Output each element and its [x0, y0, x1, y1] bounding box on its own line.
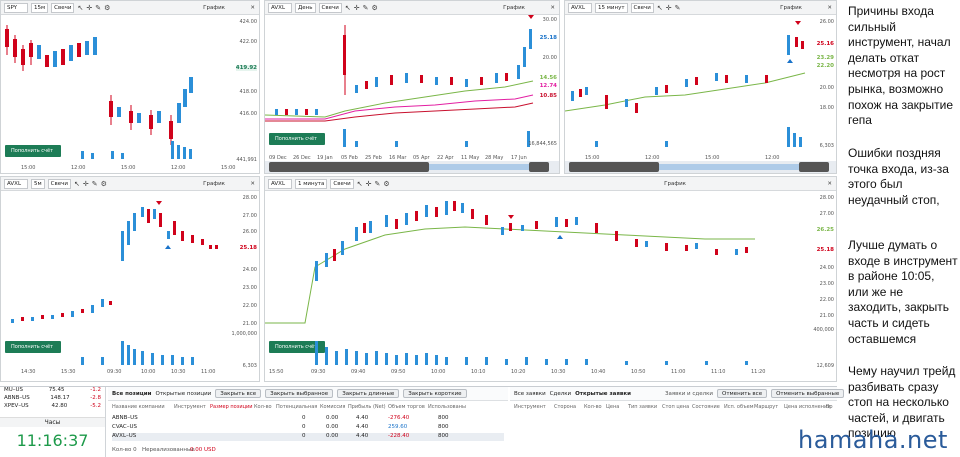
watch-row[interactable]: ABNB–US 148.17 -2.8	[4, 395, 101, 403]
chart-toolbar: AVXL День Свечи ↖ ✛ ✎ ⚙ График ✕	[265, 1, 559, 15]
interval-select[interactable]: 5м	[31, 178, 45, 189]
chart-type-select[interactable]: Свечи	[51, 2, 75, 13]
chart-type-select[interactable]: Свечи	[318, 2, 342, 13]
crosshair-icon[interactable]: ✛	[354, 3, 360, 13]
tab-all-orders[interactable]: Все заявки	[514, 391, 546, 397]
current-price: 419.92	[235, 65, 257, 71]
timeline-scrollbar[interactable]	[265, 161, 559, 173]
interval-select[interactable]: 1 минута	[295, 178, 328, 189]
cancel-all-button[interactable]: Отменить все	[717, 389, 768, 398]
gear-icon[interactable]: ⚙	[104, 3, 110, 13]
table-row[interactable]: ABNB–US 0 0.00 4.40 -276.40 800	[112, 415, 504, 423]
cursor-icon[interactable]: ↖	[74, 179, 80, 189]
symbol-input[interactable]: AVXL	[268, 2, 292, 13]
close-long-button[interactable]: Закрыть длинные	[337, 389, 400, 398]
volume-bars	[343, 129, 530, 147]
graph-label: График	[203, 4, 225, 11]
crosshair-icon[interactable]: ✛	[666, 3, 672, 13]
chart-toolbar: AVXL 5м Свечи ↖ ✛ ✎ ⚙ График ✕	[1, 177, 259, 191]
close-icon[interactable]: ✕	[250, 5, 255, 11]
draw-icon[interactable]: ✎	[374, 179, 380, 189]
close-selected-button[interactable]: Закрыть выбранное	[265, 389, 334, 398]
volume-bars	[315, 341, 748, 365]
graph-label: График	[503, 4, 525, 11]
draw-icon[interactable]: ✎	[675, 3, 681, 13]
positions-footer: Кол-во 0 Нереализованные 0.00 USD	[112, 447, 216, 453]
close-short-button[interactable]: Закрыть короткие	[403, 389, 467, 398]
draw-icon[interactable]: ✎	[95, 3, 101, 13]
clock-title: Часы	[0, 417, 105, 427]
gear-icon[interactable]: ⚙	[383, 179, 389, 189]
note-better: Лучше думать о входе в инструмент в райо…	[848, 238, 958, 346]
chart-type-select[interactable]: Свечи	[330, 178, 354, 189]
gear-icon[interactable]: ⚙	[371, 3, 377, 13]
symbol-input[interactable]: SPY	[4, 2, 28, 13]
chart-toolbar: SPY 15м Свечи ↖ ✛ ✎ ⚙ График ✕	[1, 1, 259, 15]
cancel-selected-button[interactable]: Отменить выбранные	[771, 389, 845, 398]
volume-bars	[595, 127, 802, 147]
interval-select[interactable]: День	[295, 2, 316, 13]
cursor-icon[interactable]: ↖	[657, 3, 663, 13]
orders-panel: Все заявки Сделки Открытые заявки Заявки…	[510, 387, 845, 457]
time-axis: 14:30 15:30 09:30 10:00 10:30 11:00	[21, 369, 216, 375]
close-icon[interactable]: ✕	[827, 181, 832, 187]
table-row[interactable]: AVXL–US 0 0.00 4.40 -228.40 800	[112, 433, 504, 441]
gear-icon[interactable]: ⚙	[101, 179, 107, 189]
cursor-icon[interactable]: ↖	[357, 179, 363, 189]
interval-select[interactable]: 15м	[31, 2, 49, 13]
graph-label: График	[664, 180, 686, 187]
time-axis: 15:50 09:30 09:40 09:50 10:00 10:10 10:20 10:30…	[269, 369, 766, 375]
graph-label: График	[203, 180, 225, 187]
note-entry-reasons: Причины входа сильный инструмент, начал …	[848, 4, 954, 128]
symbol-input[interactable]: AVXL	[268, 178, 292, 189]
tab-trades[interactable]: Сделки	[550, 391, 571, 397]
tab-open-orders[interactable]: Открытые заявки	[575, 391, 631, 397]
volume-bars	[81, 341, 194, 365]
graph-label: График	[780, 4, 802, 11]
crosshair-icon[interactable]: ✛	[86, 3, 92, 13]
watch-row[interactable]: MU–US 75.45 -1.2	[4, 387, 101, 395]
cursor-icon[interactable]: ↖	[77, 3, 83, 13]
close-all-button[interactable]: Закрыть все	[215, 389, 262, 398]
watch-row[interactable]: XPEV–US 42.80 -5.2	[4, 403, 101, 411]
time-axis: 15:00 12:00 15:00 12:00 15:00	[21, 165, 236, 171]
tab-open-positions[interactable]: Открытые позиции	[156, 391, 212, 397]
cursor-icon[interactable]: ↖	[345, 3, 351, 13]
chart-type-select[interactable]: Свечи	[47, 178, 71, 189]
chart-toolbar: AVXL 15 минут Свечи ↖ ✛ ✎ График ✕	[565, 1, 836, 15]
interval-select[interactable]: 15 минут	[595, 2, 628, 13]
close-icon[interactable]: ✕	[827, 5, 832, 11]
symbol-input[interactable]: AVXL	[4, 178, 28, 189]
note-mistakes: Ошибки поздняя точка входа, из-за этого …	[848, 146, 949, 207]
price-chart	[265, 201, 755, 324]
timeline-scrollbar[interactable]	[565, 161, 836, 173]
chart-panel-avxl-15min: AVXL 15 минут Свечи ↖ ✛ ✎ График ✕ 26.00…	[564, 0, 837, 174]
close-icon[interactable]: ✕	[250, 181, 255, 187]
crosshair-icon[interactable]: ✛	[83, 179, 89, 189]
crosshair-icon[interactable]: ✛	[366, 179, 372, 189]
watchlist: MU–US 75.45 -1.2 ABNB–US 148.17 -2.8 XPEV–US…	[0, 387, 106, 457]
price-chart	[11, 201, 218, 323]
chart-toolbar: AVXL 1 минута Свечи ↖ ✛ ✎ ⚙ График ✕	[265, 177, 836, 191]
close-icon[interactable]: ✕	[550, 5, 555, 11]
volume-bars	[81, 141, 192, 159]
chart-type-select[interactable]: Свечи	[630, 2, 654, 13]
chart-panel-avxl-1min: AVXL 1 минута Свечи ↖ ✛ ✎ ⚙ График ✕ 28.…	[264, 176, 837, 382]
brand-watermark: hamaha.net	[798, 426, 948, 454]
draw-icon[interactable]: ✎	[92, 179, 98, 189]
positions-panel: Все позиции Открытые позиции Закрыть все…	[108, 387, 508, 457]
chart-panel-avxl-day: AVXL День Свечи ↖ ✛ ✎ ⚙ График ✕ 30.00 2…	[264, 0, 560, 174]
chart-panel-avxl-5m: AVXL 5м Свечи ↖ ✛ ✎ ⚙ График ✕ 28.00 27.…	[0, 176, 260, 382]
symbol-input[interactable]: AVXL	[568, 2, 592, 13]
tab-all-positions[interactable]: Все позиции	[112, 391, 152, 397]
clock-time: 11:16:37	[16, 431, 89, 450]
draw-icon[interactable]: ✎	[363, 3, 369, 13]
table-row[interactable]: CVAC–US 0 0.00 4.40 259.60 800	[112, 424, 504, 432]
bottom-panel: MU–US 75.45 -1.2 ABNB–US 148.17 -2.8 XPEV–US…	[0, 386, 845, 457]
chart-panel-spy-15m: SPY 15м Свечи ↖ ✛ ✎ ⚙ График ✕ 424.00 42…	[0, 0, 260, 174]
orders-title: Заявки и сделки	[664, 390, 713, 397]
